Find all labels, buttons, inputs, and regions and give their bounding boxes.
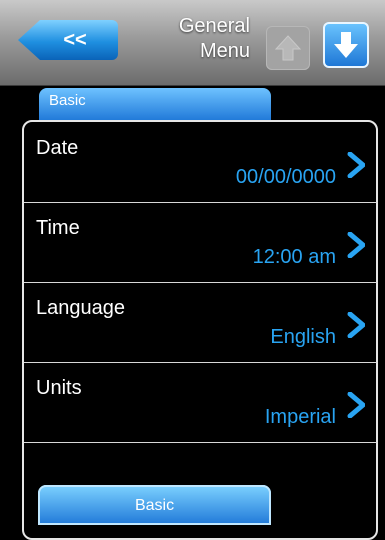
- language-value: English: [270, 326, 336, 348]
- date-label: Date: [36, 137, 79, 159]
- units-label: Units: [36, 377, 82, 399]
- back-button[interactable]: <<: [18, 20, 118, 60]
- chevron-right-icon: [344, 229, 368, 261]
- units-row[interactable]: Units Imperial: [24, 362, 376, 443]
- time-row[interactable]: Time 12:00 am: [24, 202, 376, 283]
- scroll-up-button[interactable]: [266, 26, 310, 70]
- tab-basic-top[interactable]: Basic: [39, 88, 271, 121]
- language-row[interactable]: Language English: [24, 282, 376, 363]
- arrow-up-icon: [274, 35, 302, 61]
- page-title-line2: Menu: [199, 40, 250, 62]
- settings-panel: Date 00/00/0000 Time 12:00 am Language E…: [22, 120, 378, 540]
- units-value: Imperial: [264, 406, 336, 428]
- chevron-right-icon: [344, 389, 368, 421]
- time-value: 12:00 am: [252, 246, 336, 268]
- date-value: 00/00/0000: [235, 166, 336, 188]
- language-label: Language: [36, 297, 125, 319]
- date-row[interactable]: Date 00/00/0000: [24, 122, 376, 203]
- arrow-down-icon: [334, 32, 358, 58]
- page-title-line1: General: [178, 15, 250, 37]
- tab-basic-bottom[interactable]: Basic: [38, 485, 271, 525]
- page-title: General Menu: [125, 14, 250, 64]
- chevron-right-icon: [344, 309, 368, 341]
- chevron-right-icon: [344, 149, 368, 181]
- header-bar: << General Menu: [0, 0, 385, 86]
- time-label: Time: [36, 217, 80, 239]
- scroll-down-button[interactable]: [323, 22, 369, 68]
